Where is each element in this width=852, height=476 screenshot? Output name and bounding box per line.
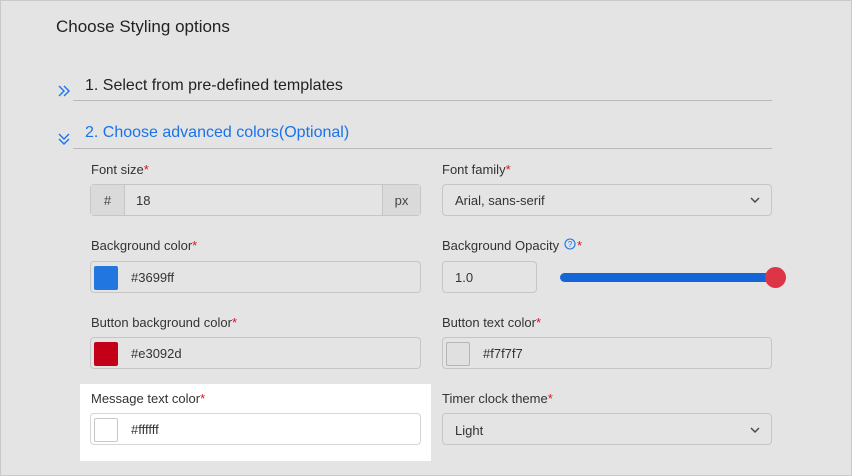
divider xyxy=(73,100,772,101)
font-size-input[interactable]: # 18 px xyxy=(90,184,421,216)
bg-opacity-value: 1.0 xyxy=(455,270,474,285)
svg-text:?: ? xyxy=(568,240,573,249)
timer-theme-select[interactable]: Light xyxy=(442,413,772,445)
font-family-select[interactable]: Arial, sans-serif xyxy=(442,184,772,216)
btn-text-color-label: Button text color* xyxy=(442,315,542,330)
chevron-down-icon xyxy=(750,427,760,433)
bg-opacity-label: Background Opacity xyxy=(442,238,560,253)
font-family-value: Arial, sans-serif xyxy=(455,193,545,208)
required-mark: * xyxy=(577,238,583,253)
chevron-down-icon xyxy=(750,197,760,203)
msg-text-color-label: Message text color* xyxy=(91,391,206,406)
divider xyxy=(73,148,772,149)
btn-text-color-value: #f7f7f7 xyxy=(483,346,523,361)
opacity-slider-track[interactable] xyxy=(560,273,776,282)
btn-text-color-input[interactable]: #f7f7f7 xyxy=(442,337,772,369)
chevrons-right-icon xyxy=(58,85,70,97)
color-swatch[interactable] xyxy=(446,342,470,366)
font-family-label: Font family* xyxy=(442,162,511,177)
msg-text-color-input[interactable]: #ffffff xyxy=(90,413,421,445)
opacity-slider-thumb[interactable] xyxy=(765,267,786,288)
msg-text-color-value: #ffffff xyxy=(131,422,159,437)
section-advanced-title: 2. Choose advanced colors(Optional) xyxy=(85,124,350,141)
font-size-value: 18 xyxy=(136,193,151,208)
bg-opacity-input[interactable]: 1.0 xyxy=(442,261,537,293)
px-suffix: px xyxy=(382,185,420,215)
color-swatch[interactable] xyxy=(94,342,118,366)
btn-bg-color-label: Button background color* xyxy=(91,315,237,330)
hash-prefix: # xyxy=(91,185,125,215)
color-swatch[interactable] xyxy=(94,266,118,290)
styling-panel: Choose Styling options 1. Select from pr… xyxy=(0,0,852,476)
help-icon[interactable]: ? xyxy=(564,238,576,250)
timer-theme-value: Light xyxy=(455,423,484,438)
bg-color-label: Background color* xyxy=(91,238,198,253)
bg-color-value: #3699ff xyxy=(131,270,175,285)
section-templates-title: 1. Select from pre-defined templates xyxy=(85,77,343,94)
timer-theme-label: Timer clock theme* xyxy=(442,391,553,406)
chevrons-down-icon xyxy=(58,133,70,145)
font-size-label: Font size* xyxy=(91,162,149,177)
page-title: Choose Styling options xyxy=(56,17,230,36)
bg-color-input[interactable]: #3699ff xyxy=(90,261,421,293)
color-swatch[interactable] xyxy=(94,418,118,442)
btn-bg-color-value: #e3092d xyxy=(131,346,182,361)
btn-bg-color-input[interactable]: #e3092d xyxy=(90,337,421,369)
